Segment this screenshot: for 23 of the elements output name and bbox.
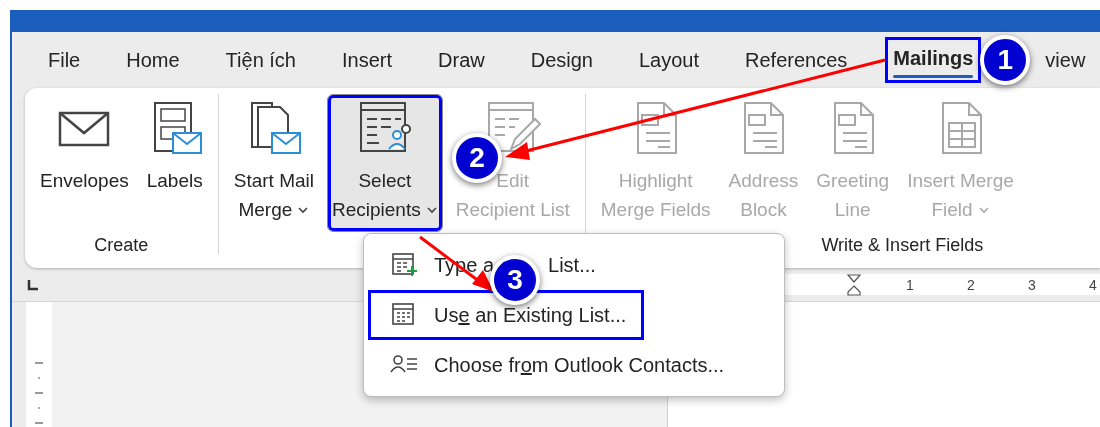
ribbon-tab[interactable]: Design: [530, 41, 593, 79]
ribbon-button[interactable]: Start Mail Merge: [228, 94, 319, 232]
group-label: Create: [94, 235, 149, 255]
ribbon-button[interactable]: Labels: [141, 94, 208, 232]
ruler-number: 3: [1028, 276, 1036, 295]
ribbon-button[interactable]: Select Recipients: [327, 94, 443, 232]
menu-item[interactable]: Choose from Outlook Contacts...: [368, 340, 780, 390]
group-label: Write & Insert Fields: [821, 235, 984, 255]
ribbon-tab[interactable]: view: [1045, 41, 1086, 79]
ruler-number: 2: [967, 276, 975, 295]
ribbon-tab[interactable]: Tiện ích: [225, 41, 296, 79]
ribbon-tab[interactable]: Layout: [638, 41, 700, 79]
ruler-number: 1: [906, 276, 914, 295]
ribbon-tab[interactable]: Mailings: [885, 37, 982, 83]
ribbon-tab[interactable]: Draw: [438, 41, 485, 79]
ribbon-tab[interactable]: Home: [126, 41, 180, 79]
ribbon-tab[interactable]: Insert: [342, 41, 393, 79]
ribbon-button[interactable]: Envelopes: [35, 94, 134, 232]
ribbon-tab[interactable]: References: [745, 41, 848, 79]
table-add-icon: [390, 252, 418, 278]
ribbon-tab[interactable]: File: [48, 41, 81, 79]
ruler-number: 4: [1089, 276, 1097, 295]
tab-stop-icon: [27, 278, 39, 291]
